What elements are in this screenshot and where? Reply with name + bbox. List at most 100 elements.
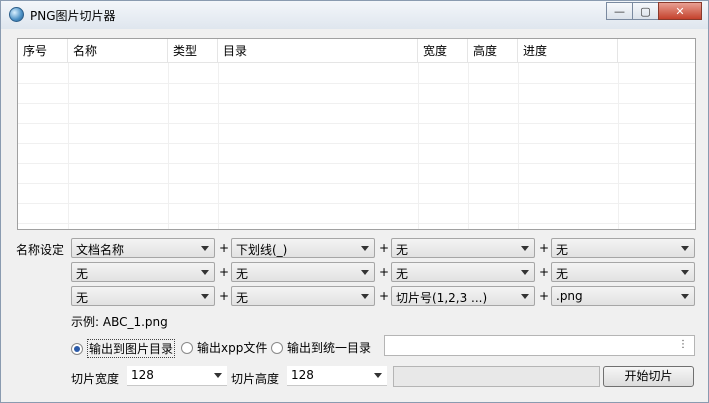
slice-width-label: 切片宽度 xyxy=(71,372,120,386)
column-header-progress[interactable]: 进度 xyxy=(518,39,618,63)
slice-progress-bar xyxy=(393,366,600,387)
column-header-width[interactable]: 宽度 xyxy=(418,39,468,63)
list-row-line xyxy=(18,123,695,124)
list-row-line xyxy=(18,103,695,104)
slice-height-combo[interactable]: 128 xyxy=(287,366,387,386)
plus-sign: + xyxy=(379,265,390,279)
list-row-line xyxy=(18,83,695,84)
naming-combo-r1-c1[interactable]: 文档名称 xyxy=(71,238,215,258)
radio-label: 输出到统一目录 xyxy=(287,341,372,355)
list-column-line xyxy=(418,63,419,229)
chevron-down-icon xyxy=(521,294,529,299)
chevron-down-icon xyxy=(361,270,369,275)
naming-combo-r1-c3[interactable]: 无 xyxy=(391,238,535,258)
file-list[interactable]: 序号 名称 类型 目录 宽度 高度 进度 xyxy=(17,38,696,230)
output-directory-field[interactable]: ⋮ xyxy=(384,335,695,356)
chevron-down-icon xyxy=(361,294,369,299)
combo-value: 无 xyxy=(396,267,409,281)
plus-sign: + xyxy=(379,241,390,255)
list-row-line xyxy=(18,203,695,204)
start-slicing-button[interactable]: 开始切片 xyxy=(603,366,694,387)
close-button[interactable]: ✕ xyxy=(658,2,702,20)
plus-sign: + xyxy=(539,241,550,255)
radio-output-unified-dir[interactable]: 输出到统一目录 xyxy=(271,339,371,356)
chevron-down-icon xyxy=(214,373,222,378)
combo-value: 无 xyxy=(556,243,569,257)
list-column-line xyxy=(618,63,619,229)
window-controls: — ▢ ✕ xyxy=(606,2,702,20)
slice-width-combo[interactable]: 128 xyxy=(127,366,227,386)
naming-combo-r1-c2[interactable]: 下划线(_) xyxy=(231,238,375,258)
list-row-line xyxy=(18,163,695,164)
combo-value: 无 xyxy=(76,291,89,305)
naming-combo-r3-c2[interactable]: 无 xyxy=(231,286,375,306)
naming-combo-r2-c4[interactable]: 无 xyxy=(551,262,695,282)
plus-sign: + xyxy=(219,265,230,279)
combo-value: 下划线(_) xyxy=(236,243,288,257)
title-bar: PNG图片切片器 — ▢ ✕ xyxy=(1,1,708,29)
naming-label: 名称设定 xyxy=(16,243,65,257)
naming-combo-r2-c3[interactable]: 无 xyxy=(391,262,535,282)
list-row-line xyxy=(18,183,695,184)
plus-sign: + xyxy=(539,265,550,279)
combo-value: 128 xyxy=(291,368,314,382)
chevron-down-icon xyxy=(681,294,689,299)
browse-icon[interactable]: ⋮ xyxy=(678,339,688,350)
naming-combo-r3-c1[interactable]: 无 xyxy=(71,286,215,306)
combo-value: 128 xyxy=(131,368,154,382)
chevron-down-icon xyxy=(361,246,369,251)
radio-indicator xyxy=(181,341,193,354)
chevron-down-icon xyxy=(681,246,689,251)
naming-combo-r3-c3[interactable]: 切片号(1,2,3 ...) xyxy=(391,286,535,306)
radio-indicator xyxy=(271,341,283,354)
naming-combo-r2-c2[interactable]: 无 xyxy=(231,262,375,282)
chevron-down-icon xyxy=(521,246,529,251)
radio-label: 输出xpp文件 xyxy=(197,341,268,355)
chevron-down-icon xyxy=(201,246,209,251)
column-header-directory[interactable]: 目录 xyxy=(218,39,418,63)
chevron-down-icon xyxy=(374,373,382,378)
plus-sign: + xyxy=(219,241,230,255)
list-column-line xyxy=(518,63,519,229)
combo-value: 切片号(1,2,3 ...) xyxy=(396,291,488,305)
list-row-line xyxy=(18,143,695,144)
combo-value: 无 xyxy=(236,291,249,305)
slice-height-label: 切片高度 xyxy=(231,372,280,386)
combo-value: 无 xyxy=(556,267,569,281)
list-column-line xyxy=(468,63,469,229)
list-column-line xyxy=(218,63,219,229)
naming-combo-r2-c1[interactable]: 无 xyxy=(71,262,215,282)
column-header-index[interactable]: 序号 xyxy=(18,39,68,63)
combo-value: 文档名称 xyxy=(76,243,125,257)
radio-indicator xyxy=(71,342,83,355)
minimize-button[interactable]: — xyxy=(606,2,633,20)
naming-combo-r1-c4[interactable]: 无 xyxy=(551,238,695,258)
list-column-line xyxy=(168,63,169,229)
radio-output-xpp[interactable]: 输出xpp文件 xyxy=(181,339,267,356)
combo-value: .png xyxy=(556,289,583,303)
plus-sign: + xyxy=(539,289,550,303)
maximize-button[interactable]: ▢ xyxy=(632,2,659,20)
plus-sign: + xyxy=(379,289,390,303)
list-column-line xyxy=(68,63,69,229)
column-header-type[interactable]: 类型 xyxy=(168,39,218,63)
chevron-down-icon xyxy=(201,294,209,299)
app-icon xyxy=(9,7,24,22)
radio-label: 输出到图片目录 xyxy=(87,339,176,358)
column-header-height[interactable]: 高度 xyxy=(468,39,518,63)
main-window: PNG图片切片器 — ▢ ✕ 序号 名称 类型 目录 宽度 高度 进度 名称设定… xyxy=(0,0,709,403)
combo-value: 无 xyxy=(236,267,249,281)
naming-combo-r3-c4[interactable]: .png xyxy=(551,286,695,306)
combo-value: 无 xyxy=(76,267,89,281)
chevron-down-icon xyxy=(681,270,689,275)
naming-example: 示例: ABC_1.png xyxy=(71,315,168,329)
column-header-name[interactable]: 名称 xyxy=(68,39,168,63)
list-row-line xyxy=(18,223,695,224)
chevron-down-icon xyxy=(521,270,529,275)
chevron-down-icon xyxy=(201,270,209,275)
plus-sign: + xyxy=(219,289,230,303)
combo-value: 无 xyxy=(396,243,409,257)
radio-output-image-dir[interactable]: 输出到图片目录 xyxy=(71,339,176,358)
window-title: PNG图片切片器 xyxy=(30,9,116,23)
list-header: 序号 名称 类型 目录 宽度 高度 进度 xyxy=(18,39,695,63)
